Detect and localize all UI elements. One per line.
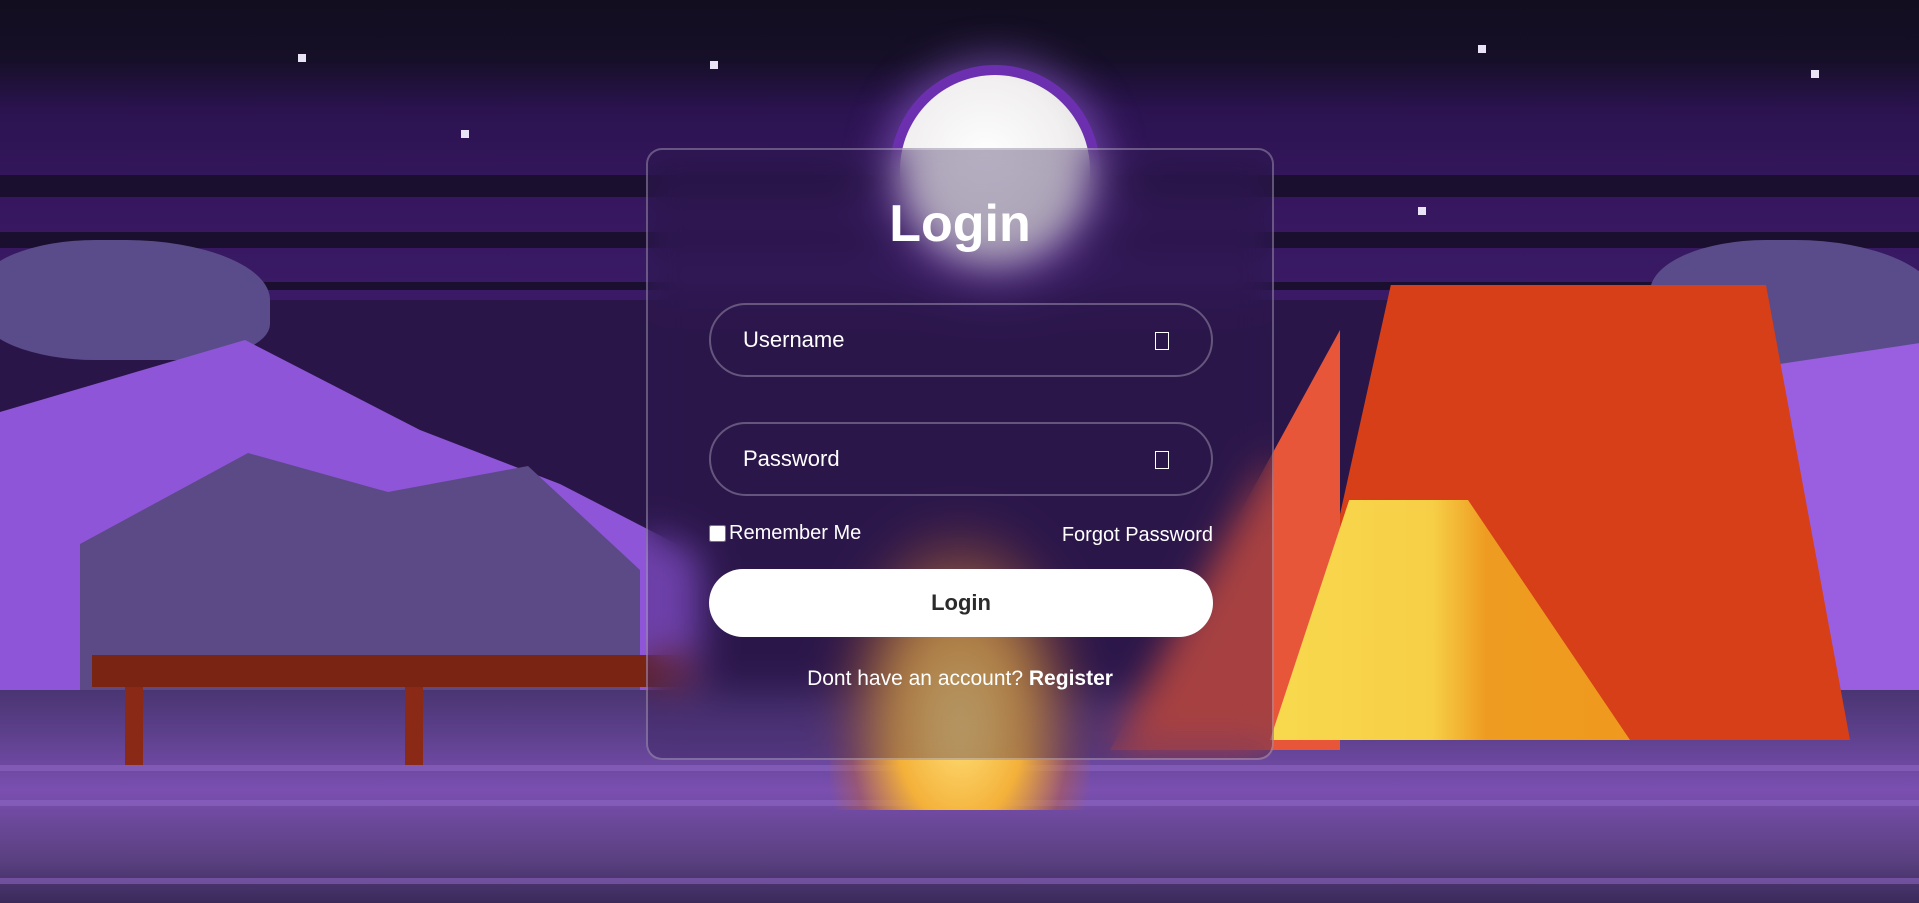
forgot-password-link[interactable]: Forgot Password bbox=[1062, 524, 1213, 547]
remember-me-label[interactable]: Remember Me bbox=[709, 522, 861, 545]
register-link[interactable]: Register bbox=[1029, 667, 1113, 690]
bench-leg bbox=[405, 687, 423, 765]
login-title: Login bbox=[889, 195, 1031, 253]
remember-me-text: Remember Me bbox=[729, 522, 862, 544]
login-button[interactable]: Login bbox=[709, 569, 1213, 637]
username-field-wrapper bbox=[709, 303, 1213, 377]
remember-forgot-row: Remember Me Forgot Password bbox=[709, 522, 1213, 552]
register-row: Dont have an account? Register bbox=[648, 667, 1272, 691]
star bbox=[1478, 45, 1486, 53]
star bbox=[710, 61, 718, 69]
password-input[interactable] bbox=[711, 424, 1211, 494]
username-input[interactable] bbox=[711, 305, 1211, 375]
password-field-wrapper bbox=[709, 422, 1213, 496]
tree-canopy bbox=[0, 240, 270, 360]
star bbox=[1811, 70, 1819, 78]
login-card: Login Remember Me Forgot Password Login … bbox=[646, 148, 1274, 760]
user-icon bbox=[1155, 332, 1169, 350]
ground-stripe bbox=[0, 878, 1919, 884]
star bbox=[1418, 207, 1426, 215]
star bbox=[461, 130, 469, 138]
bench-leg bbox=[125, 687, 143, 765]
bench bbox=[92, 655, 692, 687]
star bbox=[298, 54, 306, 62]
register-prompt: Dont have an account? bbox=[807, 667, 1029, 690]
remember-me-checkbox[interactable] bbox=[709, 525, 726, 542]
lock-icon bbox=[1155, 451, 1169, 469]
